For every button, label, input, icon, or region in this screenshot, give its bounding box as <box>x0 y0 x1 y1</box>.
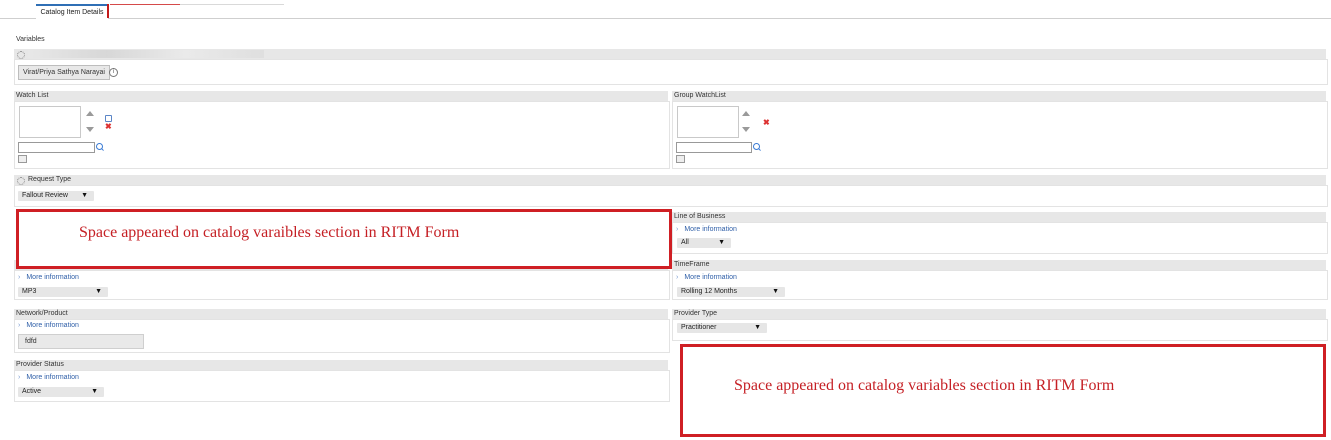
timeframe-select[interactable]: Rolling 12 Months ▼ <box>677 287 785 297</box>
provider-type-value: Practitioner <box>681 324 717 331</box>
more-information-link[interactable]: › More information <box>18 374 79 381</box>
triangle-down-icon: ▼ <box>81 192 88 199</box>
watch-list-field <box>14 101 670 169</box>
more-information-link[interactable]: › More information <box>676 226 737 233</box>
variables-section-label: Variables <box>16 36 45 43</box>
caret-right-icon: › <box>676 226 679 233</box>
group-watch-list-box[interactable] <box>677 106 739 138</box>
provider-type-header <box>672 309 1326 319</box>
tab-divider-gray <box>180 4 284 5</box>
requested-for-field <box>14 59 1328 85</box>
redacted-label <box>28 50 264 58</box>
tab-marker <box>107 4 109 18</box>
triangle-down-icon: ▼ <box>718 239 725 246</box>
add-row-icon[interactable] <box>18 155 27 163</box>
line-of-business-field <box>672 222 1328 254</box>
timeframe-header <box>672 260 1326 270</box>
add-row-icon[interactable] <box>676 155 685 163</box>
caret-right-icon: › <box>18 374 21 381</box>
network-product-value: fdfd <box>18 334 144 349</box>
triangle-down-icon: ▼ <box>772 288 779 295</box>
provider-status-label: Provider Status <box>16 361 64 368</box>
network-product-label: Network/Product <box>16 310 68 317</box>
triangle-down-icon: ▼ <box>91 388 98 395</box>
request-type-select[interactable]: Fallout Review ▼ <box>18 191 94 201</box>
timeframe-value: Rolling 12 Months <box>681 288 738 295</box>
watch-list-search-input[interactable] <box>18 142 95 153</box>
caret-right-icon: › <box>676 274 679 281</box>
search-icon[interactable] <box>753 143 760 150</box>
group-watch-list-header <box>672 91 1326 101</box>
x-icon[interactable]: ✖ <box>763 119 770 127</box>
line-of-business-header <box>672 212 1326 222</box>
search-icon[interactable] <box>96 143 103 150</box>
timeframe-label: TimeFrame <box>674 261 710 268</box>
provider-type-field <box>672 319 1328 341</box>
more-information-link[interactable]: › More information <box>18 274 79 281</box>
annotation-text-1: Space appeared on catalog varaibles sect… <box>79 224 460 241</box>
provider-status-field <box>14 370 670 402</box>
field-select-value: MP3 <box>22 288 37 295</box>
provider-status-select[interactable]: Active ▼ <box>18 387 104 397</box>
tab-catalog-item-details[interactable]: Catalog Item Details <box>36 4 108 20</box>
asterisk-icon <box>17 51 25 59</box>
group-watch-list-label: Group WatchList <box>674 92 726 99</box>
group-watch-list-search-input[interactable] <box>676 142 752 153</box>
caret-right-icon: › <box>18 322 21 329</box>
provider-type-label: Provider Type <box>674 310 718 317</box>
line-of-business-value: All <box>681 239 689 246</box>
provider-status-value: Active <box>22 388 42 395</box>
field-box <box>14 270 670 300</box>
tab-strip <box>0 0 1331 19</box>
watch-list-label: Watch List <box>16 92 49 99</box>
move-up-icon[interactable] <box>86 111 94 116</box>
request-type-header <box>14 175 1326 185</box>
line-of-business-select[interactable]: All ▼ <box>677 238 731 248</box>
x-icon[interactable]: ✖ <box>105 123 112 131</box>
more-information-link[interactable]: › More information <box>676 274 737 281</box>
move-up-icon[interactable] <box>742 111 750 116</box>
provider-status-header <box>14 360 668 370</box>
request-type-field <box>14 185 1328 207</box>
annotation-text-2: Space appeared on catalog variables sect… <box>734 377 1115 394</box>
move-down-icon[interactable] <box>742 127 750 132</box>
triangle-down-icon: ▼ <box>95 288 102 295</box>
tab-divider-red <box>110 4 180 5</box>
watch-list-header <box>14 91 668 101</box>
triangle-down-icon: ▼ <box>754 324 761 331</box>
requested-for-button[interactable]: Virat/Priya Sathya Narayai <box>18 65 110 80</box>
provider-type-select[interactable]: Practitioner ▼ <box>677 323 767 333</box>
info-icon[interactable]: i <box>109 68 118 77</box>
asterisk-icon <box>17 177 25 185</box>
request-type-value: Fallout Review <box>22 192 68 199</box>
watch-list-box[interactable] <box>19 106 81 138</box>
annotation-box-2: Space appeared on catalog variables sect… <box>680 344 1326 437</box>
lock-icon[interactable] <box>105 115 112 122</box>
more-information-link[interactable]: › More information <box>18 322 79 329</box>
move-down-icon[interactable] <box>86 127 94 132</box>
network-product-header <box>14 309 668 319</box>
field-select[interactable]: MP3 ▼ <box>18 287 108 297</box>
request-type-label: Request Type <box>28 176 72 183</box>
line-of-business-label: Line of Business <box>674 213 726 220</box>
group-watch-list-field <box>672 101 1328 169</box>
caret-right-icon: › <box>18 274 21 281</box>
annotation-box-1: Space appeared on catalog varaibles sect… <box>16 209 672 269</box>
